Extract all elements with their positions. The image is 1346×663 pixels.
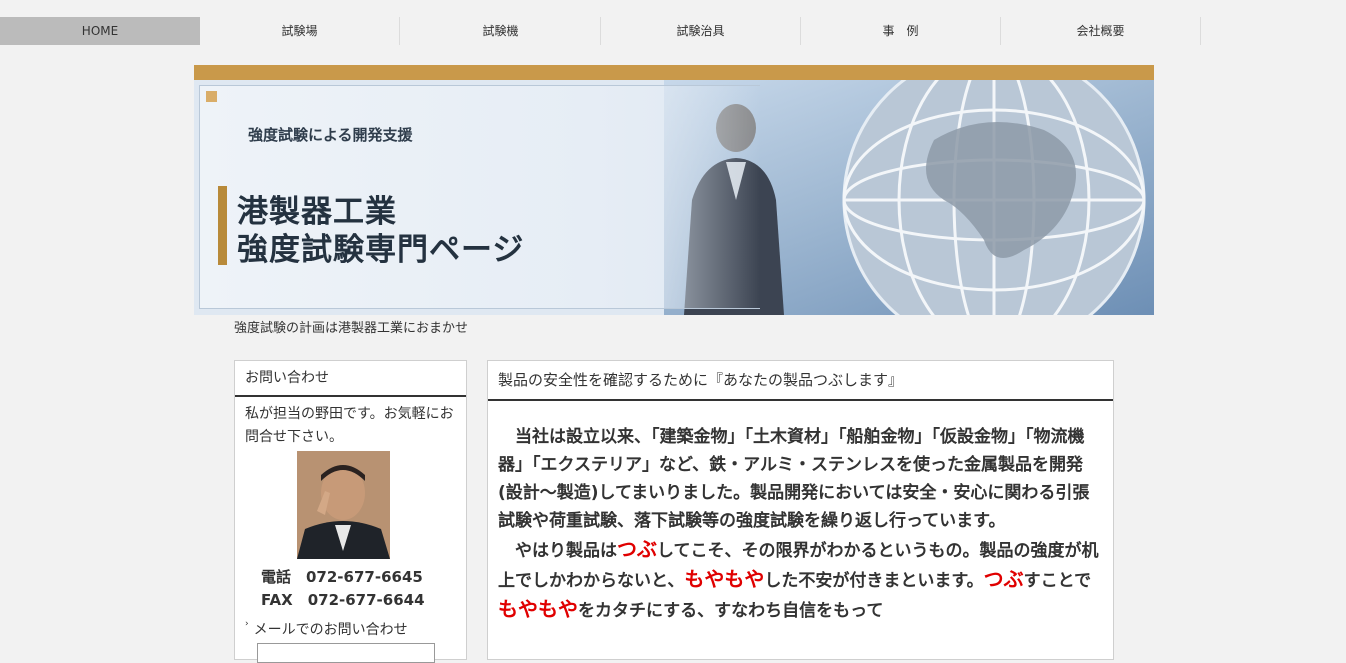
nav-company[interactable]: 会社概要 xyxy=(1001,17,1201,45)
nav-home[interactable]: HOME xyxy=(0,17,200,45)
highlight-text: もやもや xyxy=(684,567,765,591)
fax-number: FAX 072-677-6644 xyxy=(261,591,425,609)
sidebar-heading: お問い合わせ xyxy=(235,361,466,397)
text-segment: をカタチにする、すなわち自信をもって xyxy=(578,601,884,621)
contact-person-photo xyxy=(297,451,390,559)
site-tagline: 強度試験の計画は港製器工業におまかせ xyxy=(234,321,469,336)
banner-subtitle: 強度試験による開発支援 xyxy=(248,126,413,144)
sidebar-intro-text: 私が担当の野田です。お気軽にお問合せ下さい。 xyxy=(245,406,454,445)
banner-square-mark xyxy=(206,91,217,102)
main-content: 製品の安全性を確認するために『あなたの製品つぶします』 当社は設立以来、「建築金… xyxy=(487,360,1114,660)
nav-test-jig[interactable]: 試験治具 xyxy=(601,17,801,45)
main-heading: 製品の安全性を確認するために『あなたの製品つぶします』 xyxy=(488,361,1113,401)
paragraph-1: 当社は設立以来、「建築金物」「土木資材」「船舶金物」「仮設金物」「物流機器」「エ… xyxy=(498,427,1090,531)
paragraph-2: やはり製品はつぶしてこそ、その限界がわかるというもの。製品の強度が机上でしかわか… xyxy=(498,535,1104,625)
person-portrait xyxy=(297,451,390,559)
banner-top-stripe xyxy=(194,65,1154,80)
banner-title-line2: 強度試験専門ページ xyxy=(237,232,525,268)
highlight-text: もやもや xyxy=(498,597,578,621)
banner-title-panel: 強度試験による開発支援 港製器工業 強度試験専門ページ xyxy=(199,85,760,309)
mail-contact-banner[interactable] xyxy=(257,643,435,663)
nav-test-site[interactable]: 試験場 xyxy=(200,17,400,45)
phone-number: 電話 072-677-6645 xyxy=(261,568,423,586)
highlight-text: つぶ xyxy=(983,567,1024,591)
nav-cases[interactable]: 事 例 xyxy=(801,17,1001,45)
main-body-text: 当社は設立以来、「建築金物」「土木資材」「船舶金物」「仮設金物」「物流機器」「エ… xyxy=(498,423,1104,625)
contact-numbers: 電話 072-677-6645 FAX 072-677-6644 xyxy=(261,566,425,612)
text-segment: した不安が付きまといます。 xyxy=(764,571,984,591)
text-segment: やはり製品は xyxy=(515,541,617,561)
nav-test-machine[interactable]: 試験機 xyxy=(401,17,601,45)
mail-contact-link[interactable]: › メールでのお問い合わせ xyxy=(245,619,408,639)
mail-contact-label: メールでのお問い合わせ xyxy=(253,622,408,638)
arrow-icon: › xyxy=(245,619,249,629)
text-segment: すことで xyxy=(1023,571,1092,591)
banner-accent-bar xyxy=(218,186,227,265)
contact-sidebar: お問い合わせ 私が担当の野田です。お気軽にお問合せ下さい。 電話 072-677… xyxy=(234,360,467,663)
top-navigation: HOME 試験場 試験機 試験治具 事 例 会社概要 xyxy=(0,17,1346,45)
highlight-text: つぶ xyxy=(617,537,657,561)
header-banner: 強度試験による開発支援 港製器工業 強度試験専門ページ xyxy=(194,65,1154,315)
